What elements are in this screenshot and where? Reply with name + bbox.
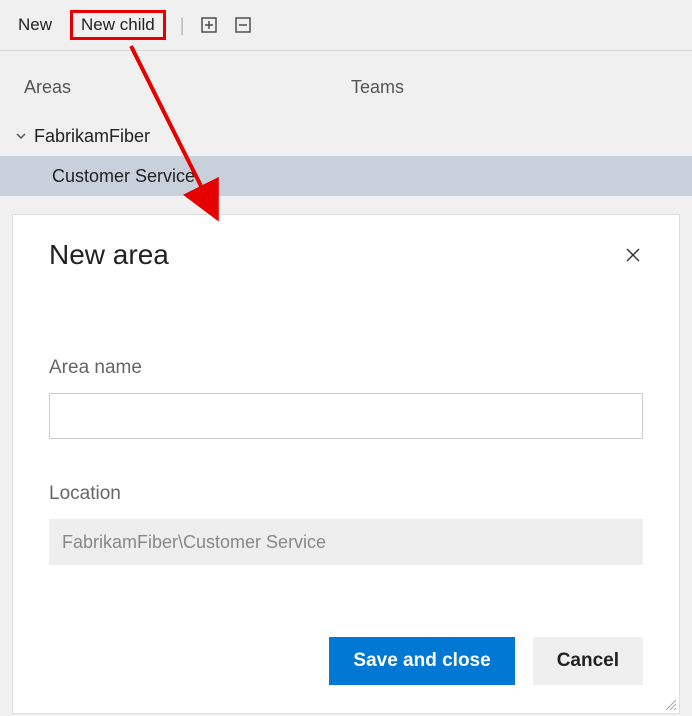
- new-child-button[interactable]: New child: [70, 10, 166, 40]
- tree-row-root[interactable]: FabrikamFiber: [0, 116, 692, 156]
- tab-teams[interactable]: Teams: [351, 77, 404, 98]
- tree-child-label: Customer Service: [52, 166, 195, 187]
- collapse-all-button[interactable]: [232, 14, 254, 36]
- new-button[interactable]: New: [12, 11, 58, 39]
- save-and-close-button[interactable]: Save and close: [329, 637, 514, 685]
- expand-all-button[interactable]: [198, 14, 220, 36]
- dialog-title: New area: [49, 239, 169, 271]
- area-name-group: Area name: [49, 357, 643, 439]
- tabs: Areas Teams: [0, 50, 692, 98]
- resize-icon: [663, 697, 677, 711]
- close-button[interactable]: [623, 245, 643, 265]
- resize-handle[interactable]: [663, 697, 677, 711]
- toolbar-separator: |: [180, 15, 185, 36]
- tree-root-label: FabrikamFiber: [34, 126, 150, 147]
- minus-box-icon: [234, 16, 252, 34]
- area-name-input[interactable]: [49, 393, 643, 439]
- location-group: Location: [49, 483, 643, 565]
- cancel-button[interactable]: Cancel: [533, 637, 643, 685]
- new-area-dialog: New area Area name Location Save and clo…: [12, 214, 680, 714]
- dialog-header: New area: [49, 239, 643, 271]
- close-icon: [624, 246, 642, 264]
- tree-row-child[interactable]: Customer Service: [0, 156, 692, 196]
- area-name-label: Area name: [49, 357, 643, 379]
- toolbar: New New child |: [0, 0, 692, 50]
- dialog-footer: Save and close Cancel: [329, 637, 643, 685]
- location-input: [49, 519, 643, 565]
- tab-areas[interactable]: Areas: [24, 77, 71, 98]
- chevron-down-icon: [14, 129, 28, 143]
- plus-box-icon: [200, 16, 218, 34]
- area-tree: FabrikamFiber Customer Service: [0, 116, 692, 196]
- location-label: Location: [49, 483, 643, 505]
